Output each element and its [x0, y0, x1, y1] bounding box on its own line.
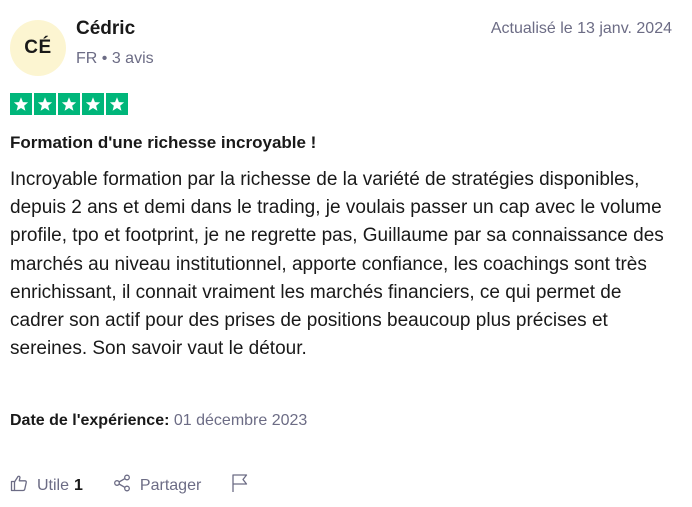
share-label: Partager — [139, 476, 202, 494]
share-icon — [113, 474, 140, 497]
star-icon — [58, 93, 80, 115]
review-title[interactable]: Formation d'une richesse incroyable ! — [10, 133, 316, 153]
star-rating — [10, 93, 128, 115]
avatar[interactable]: CÉ — [10, 20, 66, 76]
useful-label: Utile — [37, 476, 70, 494]
useful-count: 1 — [74, 476, 83, 494]
useful-button[interactable]: Utile 1 — [10, 474, 83, 497]
thumbs-up-icon — [10, 474, 37, 497]
experience-value: 01 décembre 2023 — [173, 412, 308, 429]
updated-date: Actualisé le 13 janv. 2024 — [490, 20, 672, 37]
report-button[interactable] — [231, 473, 258, 498]
review-actions: Utile 1 Partager — [10, 473, 288, 498]
flag-icon — [231, 473, 258, 498]
reviewer-meta: FR • 3 avis — [76, 50, 154, 67]
share-button[interactable]: Partager — [113, 474, 201, 497]
star-icon — [10, 93, 32, 115]
reviewer-name[interactable]: Cédric — [76, 18, 135, 40]
star-icon — [82, 93, 104, 115]
star-icon — [106, 93, 128, 115]
star-icon — [34, 93, 56, 115]
experience-label: Date de l'expérience: — [10, 412, 170, 429]
review-body: Incroyable formation par la richesse de … — [10, 169, 664, 360]
experience-date: Date de l'expérience: 01 décembre 2023 — [10, 412, 307, 430]
